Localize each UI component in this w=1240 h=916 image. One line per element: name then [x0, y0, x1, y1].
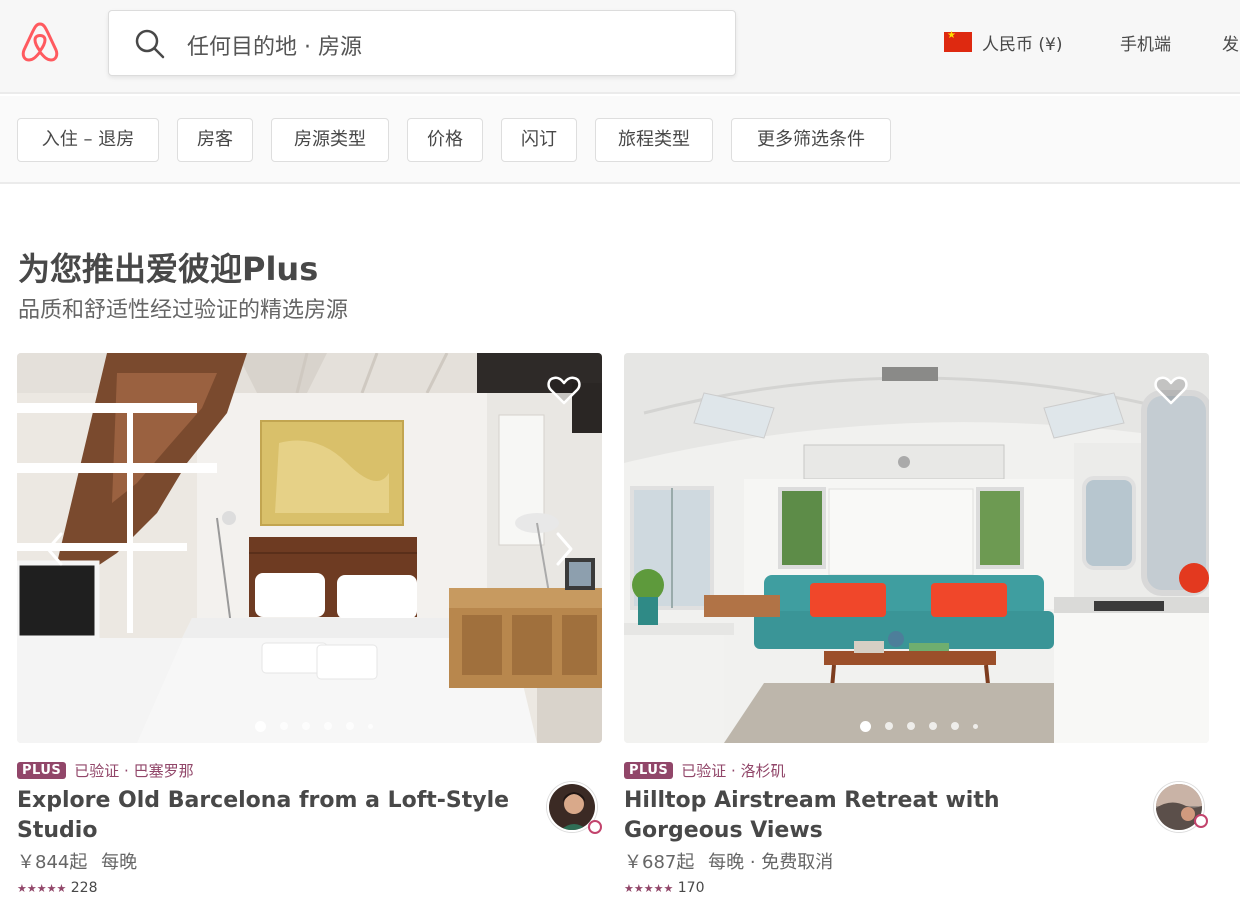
listing-price: ￥687起 每晚 · 免费取消	[624, 848, 833, 874]
pagination-dot[interactable]	[907, 722, 915, 730]
listing-rating: ★★★★★ 170	[624, 880, 705, 896]
listing-meta: PLUS 已验证 · 巴塞罗那	[17, 760, 194, 780]
pagination-dot-active[interactable]	[255, 720, 266, 732]
listing-title[interactable]: Explore Old Barcelona from a Loft-Style …	[17, 786, 517, 846]
photo-pagination	[255, 720, 373, 732]
plus-badge: PLUS	[624, 761, 674, 779]
top-header: 任何目的地 · 房源 人民币 (¥) 手机端 发	[0, 0, 1240, 94]
search-icon	[135, 29, 165, 59]
pagination-dot[interactable]	[368, 723, 373, 729]
search-input[interactable]: 任何目的地 · 房源	[187, 29, 362, 61]
plus-badge: PLUS	[17, 761, 67, 779]
pagination-dot[interactable]	[346, 722, 354, 730]
verified-location: 已验证 · 洛杉矶	[681, 761, 786, 780]
photo-pagination	[860, 720, 978, 732]
filter-bar: 入住 – 退房 房客 房源类型 价格 闪订 旅程类型 更多筛选条件	[0, 96, 1240, 184]
mobile-app-link[interactable]: 手机端	[1120, 30, 1171, 55]
listing-rating: ★★★★★ 228	[17, 880, 98, 896]
superhost-badge-icon	[588, 820, 602, 834]
chevron-left-icon[interactable]	[43, 531, 67, 567]
currency-selector[interactable]: 人民币 (¥)	[982, 30, 1062, 55]
review-count: 170	[677, 880, 705, 896]
listing-meta: PLUS 已验证 · 洛杉矶	[624, 760, 786, 780]
listing-photo-airstream[interactable]	[624, 353, 1209, 743]
pagination-dot[interactable]	[324, 722, 332, 730]
airbnb-logo-icon[interactable]	[18, 20, 62, 64]
pagination-dot[interactable]	[302, 722, 310, 730]
listing-title[interactable]: Hilltop Airstream Retreat with Gorgeous …	[624, 786, 1124, 846]
section-subtitle: 品质和舒适性经过验证的精选房源	[18, 298, 349, 323]
price-amount: ￥687起	[624, 852, 695, 873]
pagination-dot[interactable]	[951, 722, 959, 730]
china-flag-icon	[944, 30, 972, 52]
price-amount: ￥844起	[17, 852, 88, 873]
chevron-right-icon[interactable]	[552, 531, 576, 567]
filter-more-button[interactable]: 更多筛选条件	[731, 118, 891, 162]
filter-price-button[interactable]: 价格	[407, 118, 483, 162]
bedroom-photo	[17, 353, 602, 743]
verified-location: 已验证 · 巴塞罗那	[74, 761, 194, 780]
superhost-badge-icon	[1194, 814, 1208, 828]
star-rating-icon: ★★★★★	[624, 882, 674, 895]
heart-icon[interactable]	[547, 375, 581, 405]
pagination-dot[interactable]	[885, 722, 893, 730]
pagination-dot[interactable]	[929, 722, 937, 730]
pagination-dot[interactable]	[280, 722, 288, 730]
price-unit: 每晚	[101, 852, 138, 873]
review-count: 228	[70, 880, 98, 896]
pagination-dot-active[interactable]	[860, 720, 871, 732]
filter-instant-book-button[interactable]: 闪订	[501, 118, 577, 162]
filter-dates-button[interactable]: 入住 – 退房	[17, 118, 159, 162]
listing-price: ￥844起 每晚	[17, 848, 137, 874]
airstream-interior-photo	[624, 353, 1209, 743]
pagination-dot[interactable]	[973, 723, 978, 729]
free-cancellation-label: · 免费取消	[749, 852, 834, 873]
price-unit: 每晚	[708, 852, 745, 873]
listing-photo-barcelona[interactable]	[17, 353, 602, 743]
filter-trip-type-button[interactable]: 旅程类型	[595, 118, 713, 162]
star-rating-icon: ★★★★★	[17, 882, 67, 895]
host-link-truncated[interactable]: 发	[1222, 30, 1239, 55]
filter-guests-button[interactable]: 房客	[177, 118, 253, 162]
search-bar[interactable]: 任何目的地 · 房源	[108, 10, 736, 76]
filter-room-type-button[interactable]: 房源类型	[271, 118, 389, 162]
section-title: 为您推出爱彼迎Plus	[18, 250, 319, 288]
heart-icon[interactable]	[1154, 375, 1188, 405]
